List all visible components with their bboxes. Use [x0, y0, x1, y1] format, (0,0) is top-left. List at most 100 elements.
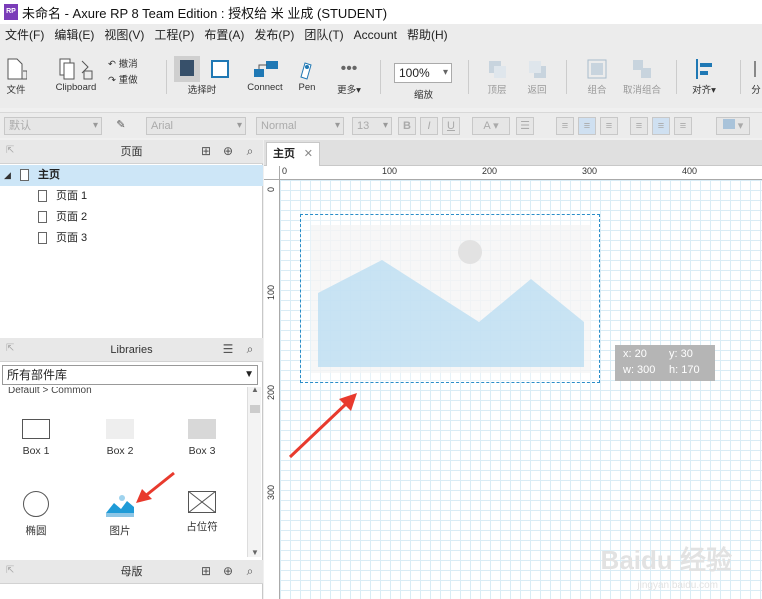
style-edit-icon[interactable]: ✎	[110, 117, 132, 135]
group-button[interactable]: 组合	[580, 56, 614, 96]
menu-team[interactable]: 团队(T)	[299, 24, 348, 46]
library-items-area: Default > Common Box 1 Box 2 Box 3 椭圆 图片	[0, 387, 246, 557]
menu-arrange[interactable]: 布置(A)	[199, 24, 249, 46]
ruler-tick-label: 100	[266, 284, 276, 300]
bold-button[interactable]: B	[398, 117, 416, 135]
align-button[interactable]: 对齐▾	[686, 56, 722, 96]
file-button[interactable]: 文件	[4, 56, 28, 96]
font-color-button[interactable]: A ▾	[472, 117, 510, 135]
font-weight-select[interactable]: Normal	[256, 117, 344, 135]
add-folder-icon[interactable]: ⊕	[221, 564, 235, 578]
page-tree-item[interactable]: 页面 3	[0, 228, 263, 249]
expand-triangle-icon[interactable]: ◢	[4, 165, 11, 186]
page-icon	[38, 190, 47, 202]
page-tree-item[interactable]: 页面 1	[0, 186, 263, 207]
ungroup-label: 取消组合	[622, 85, 661, 96]
library-item-box1[interactable]: Box 1	[6, 419, 66, 457]
coordinates-tooltip: x: 20 y: 30 w: 300 h: 170	[615, 345, 715, 381]
send-back-button[interactable]: 返回	[520, 56, 554, 96]
page-tree-item[interactable]: 页面 2	[0, 207, 263, 228]
close-icon[interactable]: ✕	[304, 143, 313, 165]
chevron-down-icon: ▾	[442, 67, 448, 78]
library-scrollbar[interactable]: ▲ ▼	[247, 385, 261, 557]
undo-button[interactable]: ↶ 撤消	[108, 56, 138, 70]
align-right-icon[interactable]: ≡	[600, 117, 618, 135]
undo-icon: ↶	[108, 59, 116, 70]
distribute-icon	[750, 56, 762, 82]
search-icon[interactable]: ⌕	[243, 564, 257, 578]
font-family-select[interactable]: Arial	[146, 117, 246, 135]
pen-label: Pen	[298, 82, 316, 93]
menu-help[interactable]: 帮助(H)	[402, 24, 453, 46]
tooltip-y: y: 30	[669, 348, 693, 360]
connect-button[interactable]: Connect	[245, 56, 285, 93]
clipboard-button[interactable]: Clipboard	[52, 56, 100, 93]
menu-account[interactable]: Account	[349, 24, 402, 46]
group-label: 组合	[587, 85, 607, 96]
library-item-label: Box 3	[188, 445, 216, 457]
box2-icon	[106, 419, 134, 439]
library-item-placeholder[interactable]: 占位符	[172, 490, 232, 534]
library-item-box3[interactable]: Box 3	[172, 419, 232, 457]
canvas-area: 主页 ✕ 0 100 200 300 400 0 100 200 300 x: …	[264, 140, 762, 599]
add-folder-icon[interactable]: ⊕	[221, 144, 235, 158]
fill-color-button[interactable]: ▾	[716, 117, 750, 135]
format-bar: 默认 ✎ Arial Normal 13 B I U A ▾ ☰ ≡ ≡ ≡ ≡…	[0, 112, 762, 138]
scroll-up-icon[interactable]: ▲	[251, 385, 259, 394]
image-placeholder-icon	[311, 225, 591, 373]
library-item-box2[interactable]: Box 2	[90, 419, 150, 457]
font-size-select[interactable]: 13	[352, 117, 392, 135]
valign-middle-icon[interactable]: ≡	[652, 117, 670, 135]
italic-button[interactable]: I	[420, 117, 438, 135]
scroll-down-icon[interactable]: ▼	[251, 548, 259, 557]
pen-button[interactable]: Pen	[294, 56, 320, 93]
zoom-select[interactable]: 100% ▾	[394, 63, 452, 83]
annotation-arrow-icon	[288, 393, 357, 459]
more-button[interactable]: ••• 更多▾	[334, 56, 364, 96]
bullet-list-icon[interactable]: ☰	[516, 117, 534, 135]
add-master-icon[interactable]: ⊞	[199, 564, 213, 578]
select-mode-button[interactable]: 选择时	[172, 56, 232, 96]
tab-home[interactable]: 主页 ✕	[266, 142, 320, 166]
page-tree-home[interactable]: ◢ 主页	[0, 165, 263, 186]
ruler-tick-label: 300	[582, 166, 598, 176]
search-icon[interactable]: ⌕	[243, 144, 257, 158]
valign-top-icon[interactable]: ≡	[630, 117, 648, 135]
menu-project[interactable]: 工程(P)	[149, 24, 199, 46]
search-icon[interactable]: ⌕	[243, 342, 257, 356]
main-toolbar: 文件 Clipboard ↶ 撤消 ↷ 重做 选择时 Connect Pen •…	[0, 46, 762, 108]
image-widget-selection[interactable]	[300, 214, 600, 383]
underline-button[interactable]: U	[442, 117, 460, 135]
toolbar-divider	[676, 60, 677, 94]
align-center-icon[interactable]: ≡	[578, 117, 596, 135]
ruler-tick-label: 300	[266, 484, 276, 500]
annotation-arrow-icon	[136, 471, 175, 503]
ruler-tick-label: 400	[682, 166, 698, 176]
library-select[interactable]: 所有部件库 ▼	[2, 365, 258, 385]
baidu-watermark-url: jingyan.baidu.com	[637, 580, 718, 591]
bring-to-top-button[interactable]: 顶层	[480, 56, 514, 96]
send-back-icon	[525, 56, 549, 82]
menu-publish[interactable]: 发布(P)	[249, 24, 299, 46]
tab-label: 主页	[273, 148, 295, 160]
ungroup-button[interactable]: 取消组合	[620, 56, 664, 96]
design-canvas-grid[interactable]: x: 20 y: 30 w: 300 h: 170 Baidu 经验 jingy…	[280, 180, 762, 599]
zoom-label: 缩放	[414, 90, 434, 101]
menu-edit[interactable]: 编辑(E)	[49, 24, 99, 46]
font-family-value: Arial	[151, 120, 174, 132]
redo-button[interactable]: ↷ 重做	[108, 72, 138, 86]
add-page-icon[interactable]: ⊞	[199, 144, 213, 158]
font-weight-value: Normal	[261, 120, 297, 132]
axure-app-icon: RP	[4, 4, 18, 20]
align-left-icon[interactable]: ≡	[556, 117, 574, 135]
masters-panel-header: ⇱ 母版 ⊞ ⊕ ⌕	[0, 560, 263, 584]
pages-panel-header: ⇱ 页面 ⊞ ⊕ ⌕	[0, 140, 263, 164]
valign-bottom-icon[interactable]: ≡	[674, 117, 692, 135]
distribute-button[interactable]: 分	[750, 56, 762, 96]
menu-view[interactable]: 视图(V)	[99, 24, 149, 46]
library-item-ellipse[interactable]: 椭圆	[6, 491, 66, 538]
menu-icon[interactable]: ☰	[221, 342, 235, 356]
style-select[interactable]: 默认	[4, 117, 102, 135]
scrollbar-thumb[interactable]	[250, 405, 260, 413]
menu-file[interactable]: 文件(F)	[0, 24, 49, 46]
